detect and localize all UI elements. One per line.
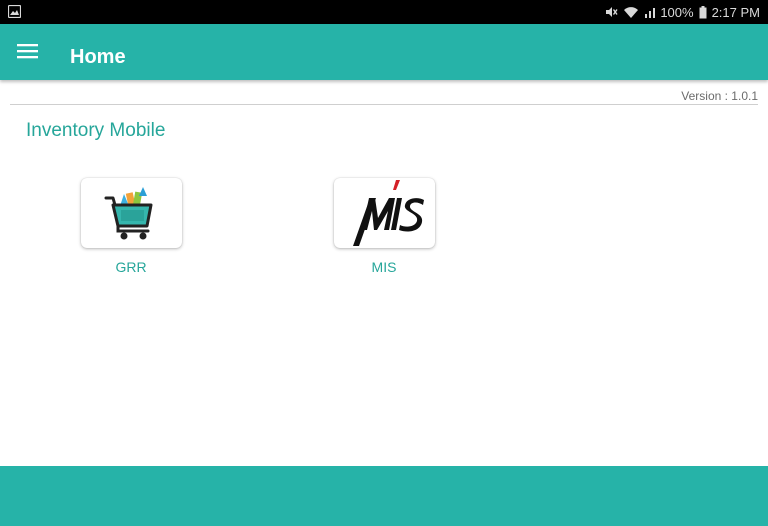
tile-mis-label: MIS xyxy=(371,259,397,275)
shopping-cart-icon xyxy=(104,187,153,240)
tile-mis[interactable]: MIS xyxy=(333,178,435,275)
mute-icon xyxy=(606,7,618,17)
status-indicators: 100% 2:17 PM xyxy=(604,4,760,20)
tile-mis-card[interactable] xyxy=(333,178,435,248)
bottom-bar xyxy=(0,466,768,526)
tile-grr[interactable]: GRR xyxy=(80,178,182,275)
signal-icon xyxy=(645,7,656,18)
tile-grr-label: GRR xyxy=(115,259,147,275)
section-title: Inventory Mobile xyxy=(26,120,166,141)
app-bar: Home xyxy=(0,24,768,80)
tile-grr-card[interactable] xyxy=(80,178,182,248)
hamburger-menu-icon xyxy=(17,44,38,59)
page-title: Home xyxy=(70,46,126,68)
mis-logo-icon xyxy=(353,180,424,246)
gallery-icon xyxy=(8,5,21,18)
battery-icon xyxy=(699,5,707,18)
menu-button[interactable] xyxy=(14,38,42,66)
version-label: Version : 1.0.1 xyxy=(681,89,758,103)
wifi-icon xyxy=(624,6,639,18)
clock: 2:17 PM xyxy=(711,4,760,20)
divider xyxy=(10,104,758,105)
battery-percent: 100% xyxy=(660,4,694,20)
status-bar: 100% 2:17 PM xyxy=(0,0,768,24)
